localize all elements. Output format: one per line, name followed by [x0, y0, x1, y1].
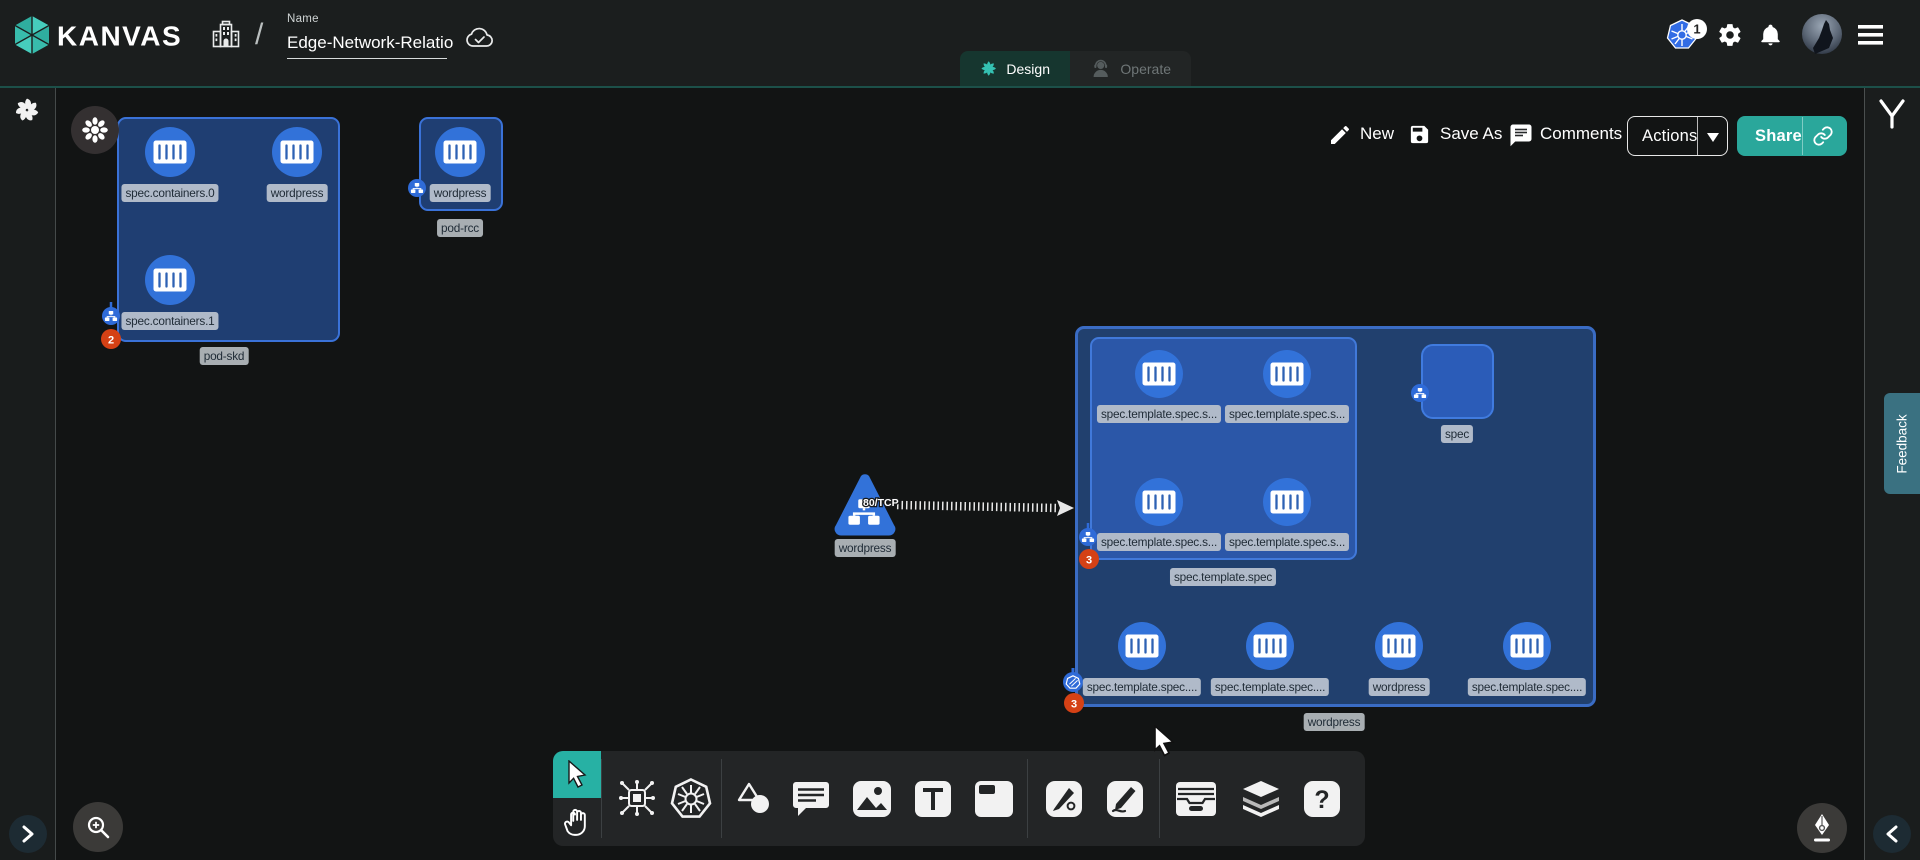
- svg-text:3: 3: [1071, 699, 1077, 711]
- svg-text:80/TCP: 80/TCP: [863, 497, 899, 509]
- svg-text:3: 3: [1086, 555, 1092, 567]
- svg-text:2: 2: [108, 335, 114, 347]
- svg-text:?: ?: [1314, 786, 1329, 814]
